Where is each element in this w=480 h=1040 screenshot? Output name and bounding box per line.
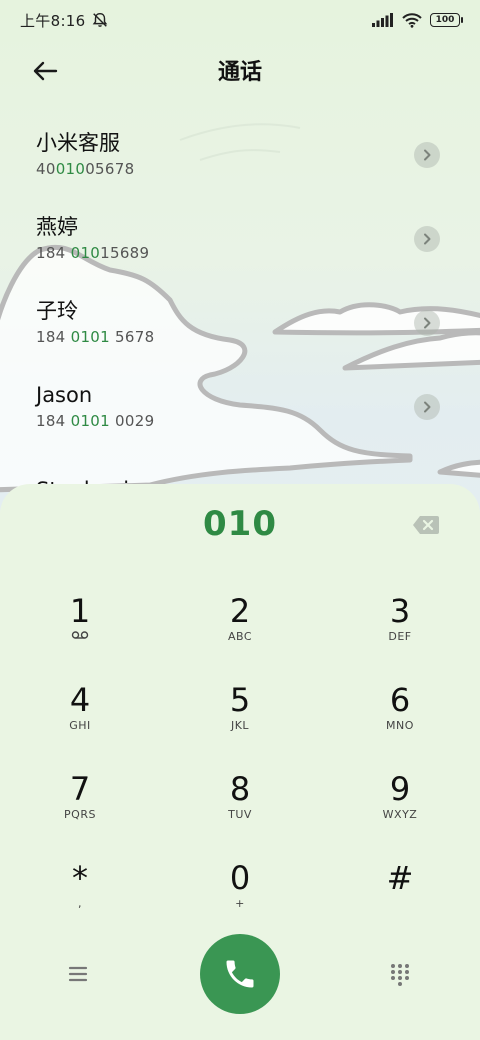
battery-level: 100 [435, 15, 455, 25]
key-7[interactable]: 7 PQRS [0, 770, 160, 859]
call-button[interactable] [200, 934, 280, 1014]
status-time: 上午8:16 [20, 11, 86, 30]
contact-number: 4001005678 [36, 160, 135, 178]
contact-item[interactable]: 燕婷 184 01015689 [0, 196, 480, 280]
keypad: 1 2 ABC 3 DEF 4 GHI 5 JKL 6 MNO 7 PQRS 8… [0, 592, 480, 948]
contact-name: Jason [36, 383, 93, 407]
contact-detail-button[interactable] [414, 310, 440, 336]
bell-muted-icon [93, 12, 108, 27]
chevron-right-icon [424, 149, 431, 161]
signal-icon [372, 13, 393, 27]
key-6[interactable]: 6 MNO [320, 681, 480, 770]
battery-icon: 100 [430, 13, 463, 27]
dialed-number: 010 [203, 504, 277, 544]
contact-list: 小米客服 4001005678 燕婷 184 01015689 子玲 184 0… [0, 112, 480, 532]
contact-name: 燕婷 [36, 215, 78, 239]
contact-item[interactable]: 子玲 184 0101 5678 [0, 280, 480, 364]
contact-number: 184 0101 5678 [36, 328, 155, 346]
contact-number: 184 01015689 [36, 244, 150, 262]
key-4[interactable]: 4 GHI [0, 681, 160, 770]
page-title: 通话 [217, 60, 262, 85]
contact-name: 子玲 [36, 299, 78, 323]
backspace-icon[interactable] [412, 514, 440, 536]
contact-number: 184 0101 0029 [36, 412, 155, 430]
contact-item[interactable]: Jason 184 0101 0029 [0, 364, 480, 448]
contact-item[interactable]: 小米客服 4001005678 [0, 112, 480, 196]
contact-detail-button[interactable] [414, 394, 440, 420]
arrow-left-icon [33, 61, 58, 81]
key-2[interactable]: 2 ABC [160, 592, 320, 681]
menu-icon[interactable] [64, 962, 92, 986]
status-bar: 上午8:16 100 [0, 0, 480, 40]
key-5[interactable]: 5 JKL [160, 681, 320, 770]
contact-name: 小米客服 [36, 131, 120, 155]
contact-detail-button[interactable] [414, 226, 440, 252]
chevron-right-icon [424, 317, 431, 329]
chevron-right-icon [424, 401, 431, 413]
key-3[interactable]: 3 DEF [320, 592, 480, 681]
wifi-icon [402, 12, 422, 28]
contact-detail-button[interactable] [414, 142, 440, 168]
key-1[interactable]: 1 [0, 592, 160, 681]
phone-icon [226, 960, 254, 988]
chevron-right-icon [424, 233, 431, 245]
header: 通话 [0, 44, 480, 96]
dialer-panel: 010 1 2 ABC 3 DEF 4 GHI 5 JKL 6 MNO 7 PQ… [0, 484, 480, 1040]
voicemail-icon [71, 631, 89, 639]
dialer-actions [0, 934, 480, 1014]
keypad-icon[interactable] [388, 962, 412, 986]
key-9[interactable]: 9 WXYZ [320, 770, 480, 859]
back-button[interactable] [28, 54, 62, 88]
key-8[interactable]: 8 TUV [160, 770, 320, 859]
